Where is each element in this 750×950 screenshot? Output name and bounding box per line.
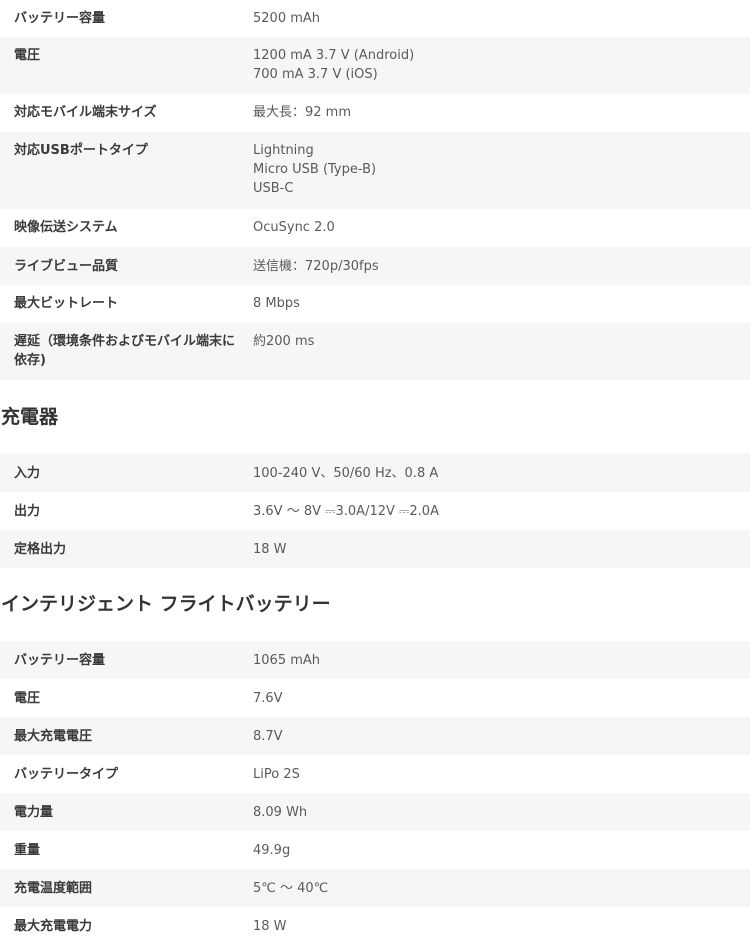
spec-label: 入力 <box>14 466 41 481</box>
spec-value-line: 最大長：92 mm <box>253 105 352 120</box>
spec-label: 最大充電電力 <box>14 919 93 934</box>
spec-value: 100-240 V、50/60 Hz、0.8 A <box>253 464 750 483</box>
spec-value-line: 8 Mbps <box>253 296 300 311</box>
spec-label: 重量 <box>14 843 41 858</box>
spec-value: 18 W <box>253 917 750 936</box>
spec-value: 8 Mbps <box>253 294 750 313</box>
spec-row: 定格出力 18 W <box>0 530 750 568</box>
spec-row: 電圧 1200 mA 3.7 V (Android) 700 mA 3.7 V … <box>0 37 750 94</box>
spec-value: 最大長：92 mm <box>253 103 750 122</box>
spec-label: 映像伝送システム <box>14 220 118 235</box>
spec-value-line: 1200 mA 3.7 V (Android) <box>253 48 415 63</box>
spec-row: 入力 100-240 V、50/60 Hz、0.8 A <box>0 454 750 492</box>
spec-row: 重量 49.9g <box>0 831 750 869</box>
spec-value-line: USB-C <box>253 181 294 196</box>
charger-heading-block: 充電器 <box>0 380 750 454</box>
spec-value-line: 18 W <box>253 919 287 934</box>
spec-value: 7.6V <box>253 689 750 708</box>
spec-label: 対応USBポートタイプ <box>14 143 148 158</box>
spec-value-line: 3.6V ～ 8V ⎓3.0A/12V ⎓2.0A <box>253 504 439 519</box>
spec-value: 約200 ms <box>253 332 750 351</box>
spec-row: バッテリータイプ LiPo 2S <box>0 755 750 793</box>
spec-row: 最大充電電力 18 W <box>0 907 750 945</box>
charger-spec-table: 入力 100-240 V、50/60 Hz、0.8 A 出力 3.6V ～ 8V… <box>0 454 750 568</box>
spec-label: 出力 <box>14 504 41 519</box>
spec-label: 遅延（環境条件およびモバイル端末に依存) <box>14 334 236 368</box>
spec-row: 映像伝送システム OcuSync 2.0 <box>0 209 750 247</box>
spec-label: バッテリー容量 <box>14 11 106 26</box>
spec-label: バッテリータイプ <box>14 767 119 782</box>
spec-value-line: LiPo 2S <box>253 767 300 782</box>
spec-value-line: 送信機：720p/30fps <box>253 259 379 274</box>
spec-value: 1065 mAh <box>253 651 750 670</box>
spec-row: 電力量 8.09 Wh <box>0 793 750 831</box>
spec-value-line: 5200 mAh <box>253 11 321 26</box>
spec-value-line: 7.6V <box>253 691 283 706</box>
battery-heading-block: インテリジェント フライトバッテリー <box>0 568 750 641</box>
spec-value: 18 W <box>253 540 750 559</box>
spec-value-line: 100-240 V、50/60 Hz、0.8 A <box>253 466 439 481</box>
spec-row: 出力 3.6V ～ 8V ⎓3.0A/12V ⎓2.0A <box>0 492 750 530</box>
spec-value-line: Lightning <box>253 143 314 158</box>
spec-label: ライブビュー品質 <box>14 259 119 274</box>
spec-value-line: 49.9g <box>253 843 291 858</box>
spec-value-line: Micro USB (Type-B) <box>253 162 377 177</box>
spec-value-line: 700 mA 3.7 V (iOS) <box>253 67 378 82</box>
spec-row: 最大ビットレート 8 Mbps <box>0 285 750 323</box>
spec-value: 8.7V <box>253 727 750 746</box>
spec-label: 最大充電電圧 <box>14 729 93 744</box>
spec-value-line: 18 W <box>253 542 287 557</box>
spec-value: OcuSync 2.0 <box>253 218 750 237</box>
spec-row: 電圧 7.6V <box>0 679 750 717</box>
spec-page: バッテリー容量 5200 mAh 電圧 1200 mA 3.7 V (Andro… <box>0 0 750 945</box>
spec-label: 電力量 <box>14 805 54 820</box>
spec-row: 充電温度範囲 5℃ ～ 40℃ <box>0 869 750 907</box>
spec-label: 電圧 <box>14 48 41 63</box>
spec-value-line: 8.7V <box>253 729 283 744</box>
spec-label: 電圧 <box>14 691 41 706</box>
spec-value: 3.6V ～ 8V ⎓3.0A/12V ⎓2.0A <box>253 502 750 521</box>
spec-row: 対応モバイル端末サイズ 最大長：92 mm <box>0 94 750 132</box>
spec-value-line: 8.09 Wh <box>253 805 308 820</box>
spec-value-line: OcuSync 2.0 <box>253 220 335 235</box>
spec-label: 定格出力 <box>14 542 67 557</box>
spec-row: バッテリー容量 1065 mAh <box>0 641 750 679</box>
spec-value-line: 5℃ ～ 40℃ <box>253 881 329 896</box>
spec-value-line: 約200 ms <box>253 334 315 349</box>
spec-value: 5℃ ～ 40℃ <box>253 879 750 898</box>
spec-value-line: 1065 mAh <box>253 653 321 668</box>
spec-value: 1200 mA 3.7 V (Android) 700 mA 3.7 V (iO… <box>253 46 750 84</box>
spec-value: 49.9g <box>253 841 750 860</box>
spec-row: バッテリー容量 5200 mAh <box>0 0 750 37</box>
spec-value: 5200 mAh <box>253 9 750 28</box>
spec-label: バッテリー容量 <box>14 653 106 668</box>
controller-spec-table: バッテリー容量 5200 mAh 電圧 1200 mA 3.7 V (Andro… <box>0 0 750 380</box>
spec-value: Lightning Micro USB (Type-B) USB-C <box>253 141 750 198</box>
spec-label: 最大ビットレート <box>14 296 119 311</box>
spec-label: 対応モバイル端末サイズ <box>14 105 157 120</box>
spec-label: 充電温度範囲 <box>14 881 93 896</box>
spec-row: 対応USBポートタイプ Lightning Micro USB (Type-B)… <box>0 132 750 209</box>
spec-row: 最大充電電圧 8.7V <box>0 717 750 755</box>
spec-value: LiPo 2S <box>253 765 750 784</box>
battery-spec-table: バッテリー容量 1065 mAh 電圧 7.6V 最大充電電圧 8.7V バッテ… <box>0 641 750 945</box>
spec-row: 遅延（環境条件およびモバイル端末に依存) 約200 ms <box>0 323 750 380</box>
section-title: インテリジェント フライトバッテリー <box>1 593 331 615</box>
spec-value: 8.09 Wh <box>253 803 750 822</box>
spec-value: 送信機：720p/30fps <box>253 257 750 276</box>
section-title: 充電器 <box>1 406 59 428</box>
spec-row: ライブビュー品質 送信機：720p/30fps <box>0 247 750 285</box>
